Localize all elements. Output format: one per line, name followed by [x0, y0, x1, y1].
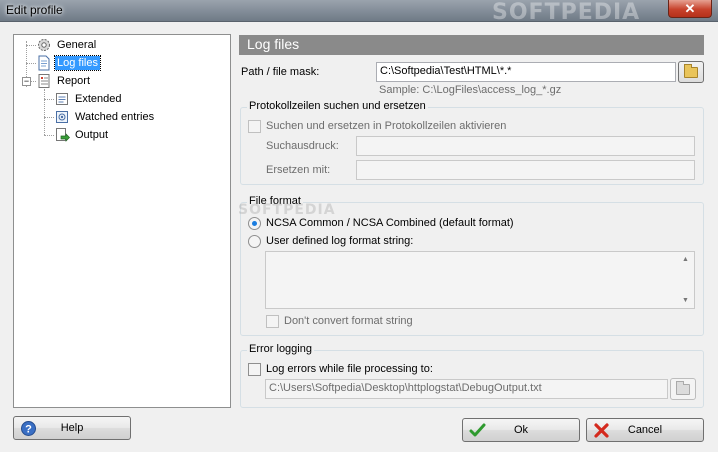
report-icon [36, 73, 52, 89]
ok-label: Ok [513, 424, 529, 436]
folder-icon [676, 380, 690, 395]
scroll-down-icon[interactable]: ▼ [682, 297, 689, 304]
tree-item-output[interactable]: Output [54, 127, 110, 143]
tree-item-label: Report [57, 75, 91, 87]
dont-convert-checkbox[interactable] [266, 315, 279, 328]
output-icon [54, 127, 70, 143]
error-log-path-input[interactable]: C:\Users\Softpedia\Desktop\httplogstat\D… [265, 379, 668, 399]
custom-format-scrollbar[interactable]: ▲ ▼ [678, 252, 694, 308]
tree-line [44, 135, 54, 136]
replace-input[interactable] [356, 160, 695, 180]
user-format-label: User defined log format string: [266, 235, 414, 247]
ok-button[interactable]: Ok [462, 418, 580, 442]
watched-icon [54, 109, 70, 125]
error-log-browse-button[interactable] [670, 378, 696, 400]
tree-item-label: General [57, 39, 97, 51]
help-button[interactable]: ? Help [13, 416, 131, 440]
log-errors-label: Log errors while file processing to: [266, 363, 433, 375]
tree-item-extended[interactable]: Extended [54, 91, 123, 107]
close-button[interactable]: ✕ [668, 0, 712, 18]
log-errors-checkbox[interactable] [248, 363, 261, 376]
tree-item-watched-entries[interactable]: Watched entries [54, 109, 156, 125]
dont-convert-label: Don't convert format string [284, 315, 413, 327]
report-expander[interactable]: − [22, 77, 31, 86]
tree-item-label: Output [75, 129, 109, 141]
extended-icon [54, 91, 70, 107]
protokoll-enable-checkbox[interactable] [248, 120, 261, 133]
folder-icon [684, 63, 698, 78]
user-format-radio[interactable] [248, 235, 261, 248]
ncsa-format-label: NCSA Common / NCSA Combined (default for… [266, 217, 514, 229]
tree-line [26, 45, 36, 46]
tree-item-label: Extended [75, 93, 122, 105]
protokoll-enable-label: Suchen und ersetzen in Protokollzeilen a… [266, 120, 507, 132]
path-label: Path / file mask: [241, 66, 320, 78]
custom-format-textarea[interactable]: ▲ ▼ [265, 251, 695, 309]
softpedia-watermark: SOFTPEDIA [238, 202, 336, 218]
tree-item-report[interactable]: Report [36, 73, 92, 89]
tree-item-general[interactable]: General [36, 37, 98, 53]
path-input[interactable]: C:\Softpedia\Test\HTML\*.* [376, 62, 676, 82]
tree-line [26, 63, 36, 64]
ncsa-format-radio[interactable] [248, 217, 261, 230]
cancel-label: Cancel [627, 424, 663, 436]
replace-label: Ersetzen mit: [266, 164, 331, 176]
path-browse-button[interactable] [678, 61, 704, 83]
tree-line [44, 99, 54, 100]
settings-tree[interactable]: − General Log files Report Extended Watc… [13, 34, 231, 408]
gear-icon [36, 37, 52, 53]
close-icon: ✕ [684, 1, 696, 16]
document-icon [36, 55, 52, 71]
protokoll-group-title: Protokollzeilen suchen und ersetzen [247, 100, 428, 112]
tree-item-log-files[interactable]: Log files [36, 55, 101, 71]
help-label: Help [60, 422, 84, 434]
section-header: Log files [239, 35, 704, 55]
scroll-up-icon[interactable]: ▲ [682, 256, 689, 263]
cancel-button[interactable]: Cancel [586, 418, 704, 442]
path-sample: Sample: C:\LogFiles\access_log_*.gz [379, 84, 562, 96]
search-input[interactable] [356, 136, 695, 156]
dialog-client: − General Log files Report Extended Watc… [0, 22, 718, 452]
error-logging-group-title: Error logging [247, 343, 314, 355]
search-label: Suchausdruck: [266, 140, 339, 152]
tree-item-label: Watched entries [75, 111, 155, 123]
tree-line [44, 89, 45, 135]
tree-item-label: Log files [54, 55, 101, 71]
tree-line [44, 117, 54, 118]
window-title: Edit profile [6, 3, 63, 17]
section-title: Log files [247, 36, 300, 52]
title-bar: Edit profile SOFTPEDIA ✕ [0, 0, 718, 25]
